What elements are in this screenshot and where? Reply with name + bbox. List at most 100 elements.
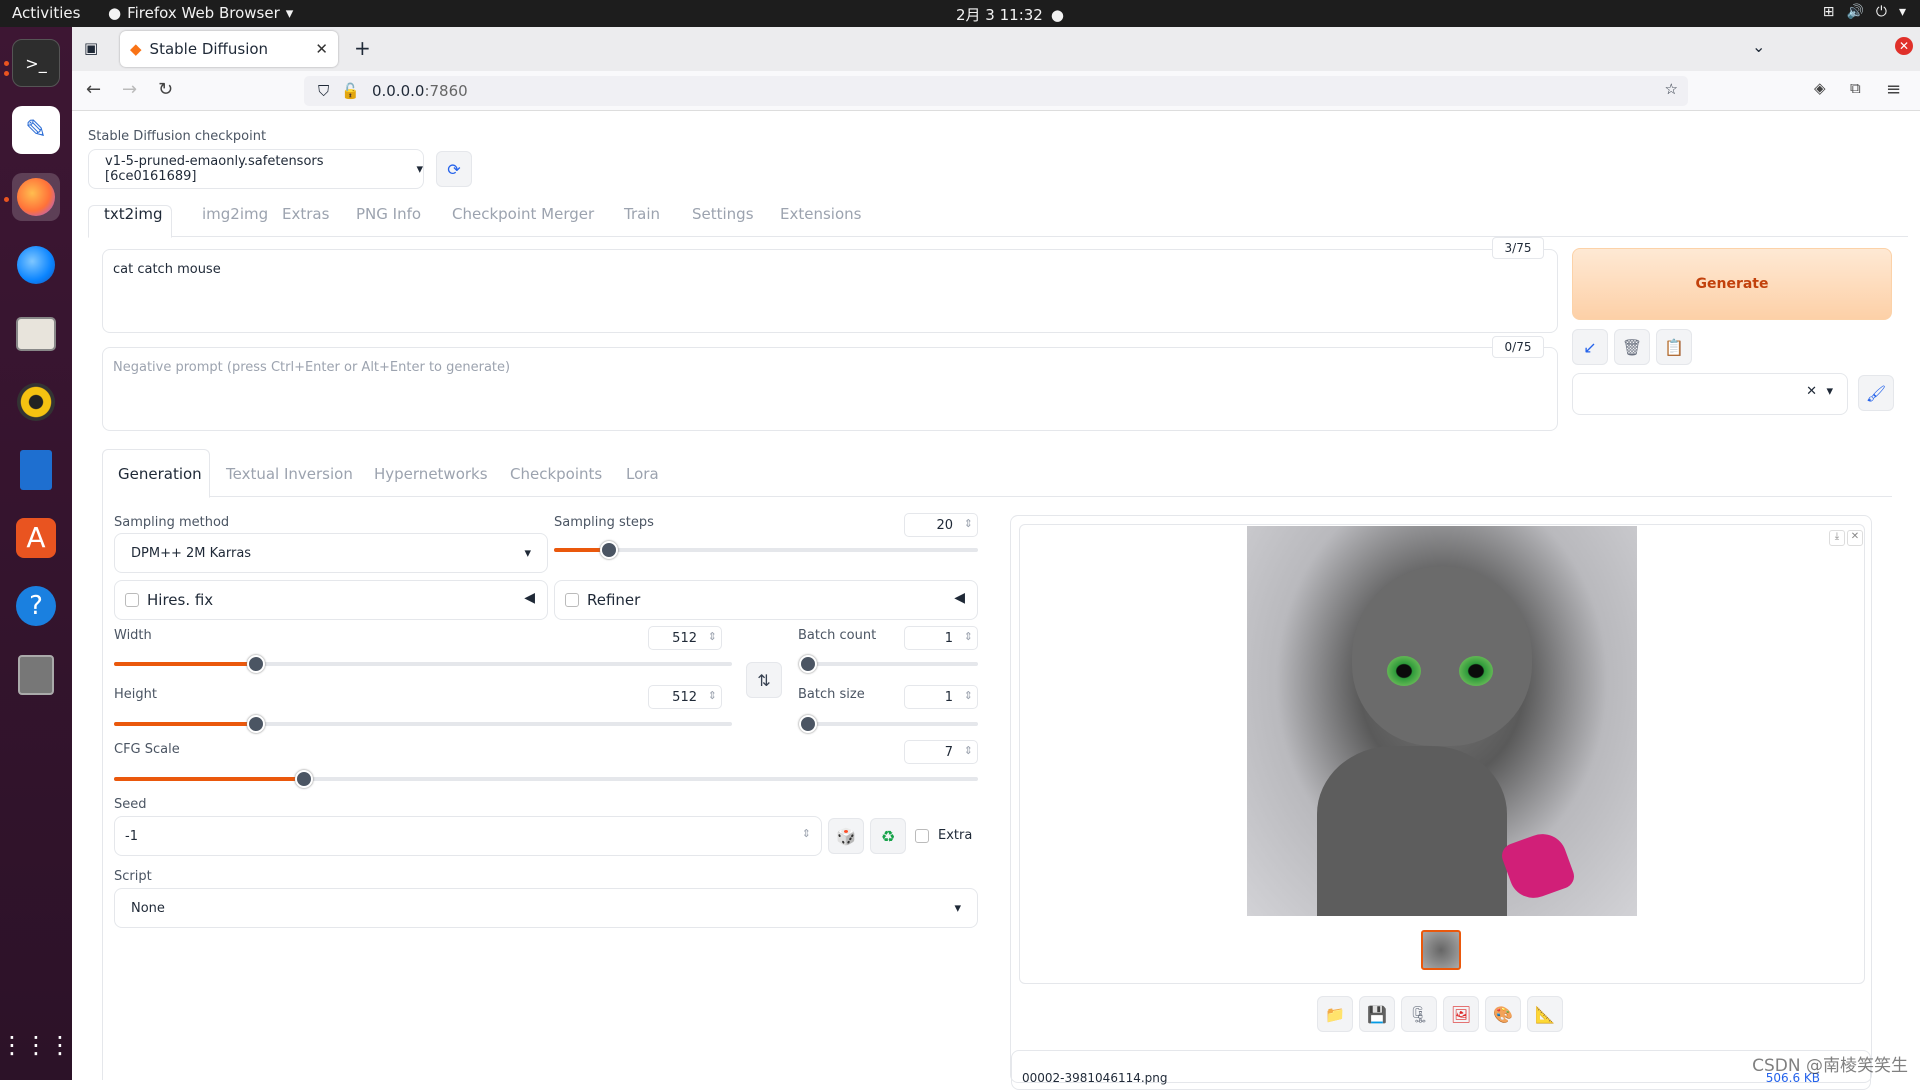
tab-extensions[interactable]: Extensions [780,205,861,223]
terminal-icon[interactable]: >_ [12,39,60,87]
tab-checkpoint-merger[interactable]: Checkpoint Merger [452,205,594,223]
width-slider[interactable] [114,655,732,673]
read-params-button[interactable]: ↙ [1572,329,1608,365]
download-icon[interactable]: ⤓ [1829,530,1845,546]
tab-train[interactable]: Train [624,205,660,223]
extensions-icon[interactable]: ⧉ [1850,79,1861,97]
script-select[interactable]: None ▾ [114,888,978,928]
files-icon[interactable] [12,310,60,358]
cfg-scale-slider[interactable] [114,770,978,788]
rhythmbox-icon[interactable] [12,378,60,426]
zip-button[interactable]: 🗜 [1401,996,1437,1032]
thunderbird-icon[interactable] [12,241,60,289]
pocket-icon[interactable]: ◈ [1814,79,1826,97]
new-tab-icon[interactable]: + [354,36,371,60]
tab-img2img[interactable]: img2img [202,205,268,223]
send-to-extras-button[interactable]: 📐 [1527,996,1563,1032]
window-close-icon[interactable]: ✕ [1895,37,1913,55]
tab-hypernetworks[interactable]: Hypernetworks [374,465,488,483]
writer-icon[interactable] [12,446,60,494]
refiner-checkbox[interactable] [565,593,579,607]
tab-png-info[interactable]: PNG Info [356,205,421,223]
stepper-icon[interactable]: ⇕ [802,827,811,840]
cfg-scale-input[interactable]: 7 [904,740,978,764]
browser-tab[interactable]: ◆ Stable Diffusion ✕ [120,31,338,67]
sampling-steps-slider[interactable] [554,541,978,559]
url-bar[interactable]: ⛉ 🔓 0.0.0.0:7860 ☆ [304,76,1688,106]
seed-value: -1 [125,829,138,844]
sampling-steps-input[interactable]: 20 [904,513,978,537]
hires-fix-checkbox[interactable] [125,593,139,607]
random-seed-button[interactable]: 🎲 [828,818,864,854]
list-tabs-icon[interactable]: ⌄ [1752,37,1765,56]
slider-handle[interactable] [600,541,619,559]
tab-txt2img[interactable]: txt2img [104,205,162,223]
batch-size-slider[interactable] [799,715,978,733]
sampling-method-select[interactable]: DPM++ 2M Karras ▾ [114,533,548,573]
styles-select[interactable]: ✕ ▾ [1572,373,1848,415]
reload-icon[interactable]: ↻ [158,79,173,100]
menu-icon[interactable]: ≡ [1886,79,1901,100]
firefox-icon[interactable] [12,173,60,221]
clear-prompt-button[interactable]: 🗑 [1614,329,1650,365]
edit-styles-button[interactable]: 🖌 [1858,375,1894,411]
tab-checkpoints[interactable]: Checkpoints [510,465,602,483]
running-indicator [4,61,9,66]
generate-button[interactable]: Generate [1572,248,1892,320]
tab-overview-icon[interactable]: ▣ [84,39,98,57]
show-apps-icon[interactable]: ⋮⋮⋮ [0,1021,72,1069]
slider-handle[interactable] [247,715,266,733]
tab-strip: ▣ ◆ Stable Diffusion ✕ + ⌄ ✕ [72,27,1920,71]
width-input[interactable]: 512 [648,626,722,650]
slider-handle[interactable] [247,655,266,673]
refiner-accordion[interactable]: Refiner ◀ [554,580,978,620]
batch-count-slider[interactable] [799,655,978,673]
text-editor-icon[interactable]: ✎ [12,106,60,154]
batch-count-input[interactable]: 1 [904,626,978,650]
apply-styles-button[interactable]: 📋 [1656,329,1692,365]
seed-input[interactable]: -1 ⇕ [114,816,822,856]
app-menu[interactable]: ● Firefox Web Browser ▾ [108,4,293,22]
help-icon[interactable]: ? [12,582,60,630]
checkpoint-select[interactable]: v1-5-pruned-emaonly.safetensors [6ce0161… [88,149,424,189]
open-folder-button[interactable]: 📁 [1317,996,1353,1032]
clear-icon[interactable]: ✕ [1806,384,1817,399]
image-thumbnail[interactable] [1421,930,1461,970]
slider-handle[interactable] [799,715,817,733]
negative-prompt-textarea[interactable]: Negative prompt (press Ctrl+Enter or Alt… [102,347,1558,431]
tab-lora[interactable]: Lora [626,465,659,483]
hires-fix-accordion[interactable]: Hires. fix ◀ [114,580,548,620]
tab-settings[interactable]: Settings [692,205,754,223]
tab-generation[interactable]: Generation [118,465,202,483]
send-to-inpaint-button[interactable]: 🎨 [1485,996,1521,1032]
disc-icon[interactable] [12,651,60,699]
swap-dimensions-button[interactable]: ⇅ [746,662,782,698]
save-icon: 💾 [1367,1004,1387,1024]
save-button[interactable]: 💾 [1359,996,1395,1032]
tab-extras[interactable]: Extras [282,205,329,223]
tab-textual-inversion[interactable]: Textual Inversion [226,465,353,483]
slider-handle[interactable] [295,770,314,788]
close-tab-icon[interactable]: ✕ [315,40,328,58]
prompt-textarea[interactable]: cat catch mouse [102,249,1558,333]
paintbrush-icon: 🖌 [1865,383,1887,403]
slider-handle[interactable] [799,655,817,673]
activities-button[interactable]: Activities [12,4,80,22]
app-center-icon[interactable]: A [12,514,60,562]
output-filename[interactable]: 00002-3981046114.png [1022,1071,1168,1085]
batch-size-input[interactable]: 1 [904,685,978,709]
refresh-checkpoints-button[interactable]: ⟳ [436,151,472,187]
close-icon[interactable]: ✕ [1847,530,1863,546]
reuse-seed-button[interactable]: ♻ [870,818,906,854]
forward-icon[interactable]: → [122,79,137,100]
bookmark-star-icon[interactable]: ☆ [1665,80,1678,98]
clock[interactable]: 2月 3 11:32 ● [956,4,1064,25]
height-slider[interactable] [114,715,732,733]
height-input[interactable]: 512 [648,685,722,709]
generated-image[interactable] [1247,526,1637,916]
cfg-scale-label: CFG Scale [114,742,180,757]
system-tray[interactable]: ⊞ 🔊 ⏻ ▾ [1823,4,1906,20]
extra-seed-checkbox[interactable] [915,829,929,843]
back-icon[interactable]: ← [86,79,101,100]
send-to-img2img-button[interactable]: 🖼 [1443,996,1479,1032]
